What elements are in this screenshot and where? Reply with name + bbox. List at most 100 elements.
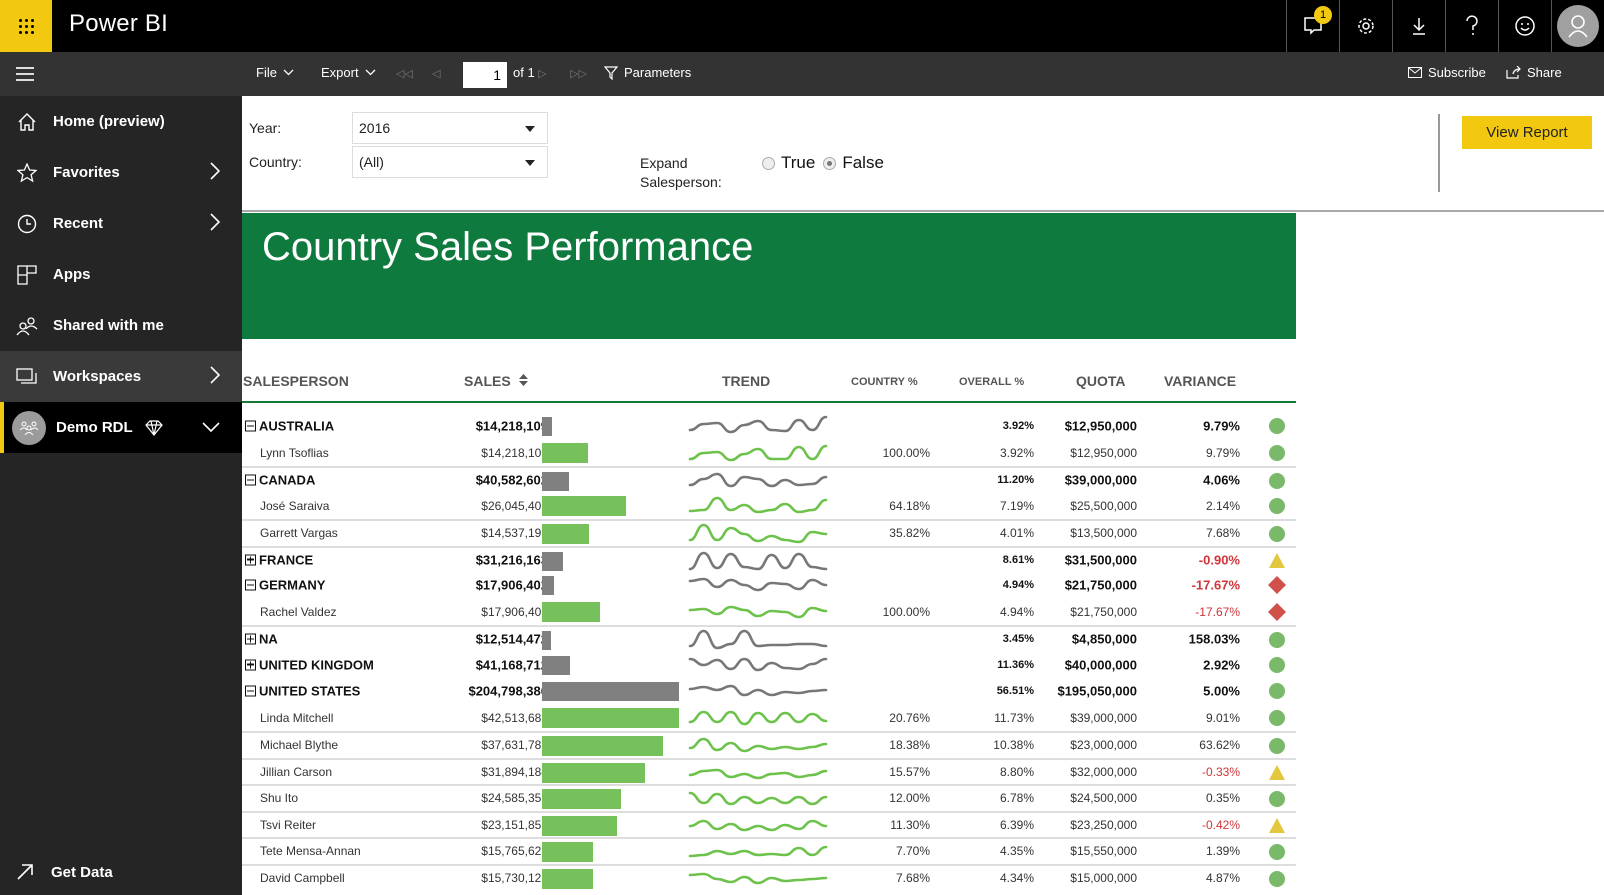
page-number-input[interactable] (463, 62, 507, 88)
year-select[interactable]: 2016 (352, 112, 548, 144)
country-pct-cell: 15.57% (889, 764, 930, 779)
quota-cell: $23,250,000 (1070, 817, 1137, 832)
sparkline-path (688, 523, 828, 544)
collapse-icon[interactable] (245, 685, 256, 697)
next-page-button[interactable]: ▷ (538, 67, 546, 80)
kpi-yellow-triangle-icon (1269, 764, 1285, 780)
help-button[interactable] (1445, 0, 1498, 52)
parameters-button[interactable]: Parameters (604, 65, 691, 80)
trend-sparkline (688, 523, 828, 544)
sales-cell: $31,216,163 (475, 552, 548, 568)
apps-icon (16, 264, 38, 286)
variance-cell: -0.33% (1201, 764, 1240, 779)
top-bar: Power BI 1 (0, 0, 1604, 52)
expand-icon[interactable] (245, 633, 256, 645)
subscribe-button[interactable]: Subscribe (1408, 65, 1486, 80)
overall-pct-cell: 4.01% (999, 526, 1034, 541)
last-page-button[interactable]: ▷▷ (570, 67, 587, 80)
trend-sparkline (688, 791, 828, 806)
quota-cell: $25,500,000 (1070, 498, 1137, 513)
sales-databar (542, 495, 626, 516)
diamond-icon (144, 419, 163, 436)
kpi-green-circle-icon (1269, 656, 1285, 673)
radio-false[interactable] (823, 156, 837, 170)
overall-pct-cell: 4.94% (1002, 579, 1034, 592)
sidebar-item-label: Workspaces (53, 368, 142, 385)
sales-cell: $15,730,129 (481, 870, 548, 885)
first-page-button[interactable]: ◁◁ (396, 67, 413, 80)
parameters-label: Parameters (624, 65, 692, 80)
account-button[interactable] (1551, 0, 1604, 52)
sidebar-workspace-demo-rdl[interactable]: Demo RDL (0, 402, 242, 453)
collapse-icon[interactable] (245, 579, 256, 591)
view-report-button[interactable]: View Report (1462, 116, 1592, 149)
quota-cell: $40,000,000 (1064, 657, 1137, 673)
previous-page-button[interactable]: ◁ (432, 67, 440, 80)
variance-cell: -17.67% (1191, 577, 1240, 593)
export-menu[interactable]: Export (321, 65, 376, 80)
sidebar-item-home[interactable]: Home (preview) (0, 96, 242, 147)
salesperson-cell: GERMANY (245, 578, 325, 593)
file-menu[interactable]: File (256, 65, 294, 80)
country-row: NA $12,514,472 3.45% $4,850,000 158.03% (242, 625, 1296, 652)
sort-icon[interactable] (518, 374, 528, 386)
share-button[interactable]: Share (1506, 65, 1562, 80)
expand-salesperson-label: Expand Salesperson: (640, 154, 722, 192)
name-text: GERMANY (259, 577, 326, 593)
expand-icon[interactable] (245, 554, 256, 566)
sales-cell: $14,218,109 (475, 418, 548, 434)
salesperson-cell: UNITED STATES (245, 684, 360, 699)
kpi-green-circle-icon (1269, 791, 1285, 807)
settings-button[interactable] (1339, 0, 1392, 52)
sales-databar (542, 815, 617, 836)
header-salesperson[interactable]: SALESPERSON (243, 373, 349, 389)
notifications-button[interactable]: 1 (1286, 0, 1339, 52)
country-select[interactable]: (All) (352, 146, 548, 178)
sales-databar (542, 551, 563, 571)
chevron-right-icon (210, 213, 220, 231)
sidebar-item-recent[interactable]: Recent (0, 198, 242, 249)
download-button[interactable] (1392, 0, 1445, 52)
trend-sparkline (688, 684, 828, 697)
name-text: UNITED STATES (259, 683, 361, 699)
trend-sparkline (688, 577, 828, 592)
notification-badge: 1 (1314, 6, 1332, 24)
get-data-button[interactable]: Get Data (16, 863, 113, 881)
variance-cell: -0.90% (1198, 552, 1240, 568)
trend-sparkline (688, 605, 828, 618)
collapse-icon[interactable] (245, 420, 256, 432)
trend-sparkline (688, 845, 828, 858)
header-sales[interactable]: SALES (464, 373, 528, 389)
sidebar-item-workspaces[interactable]: Workspaces (0, 351, 242, 402)
table-body: AUSTRALIA $14,218,109 3.92% $12,950,000 9.79… (242, 403, 1296, 890)
quota-cell: $13,500,000 (1070, 526, 1137, 541)
clock-icon (16, 213, 38, 235)
sales-cell: $23,151,856 (481, 817, 548, 832)
export-menu-label: Export (321, 65, 359, 80)
kpi-green-circle-icon (1269, 709, 1285, 726)
feedback-button[interactable] (1498, 0, 1551, 52)
sidebar-item-apps[interactable]: Apps (0, 249, 242, 300)
waffle-icon (18, 18, 34, 34)
kpi-green-circle-icon (1269, 632, 1285, 648)
collapse-icon[interactable] (245, 474, 256, 486)
country-pct-cell: 7.70% (895, 844, 930, 859)
expand-icon[interactable] (245, 659, 256, 671)
report-title: Country Sales Performance (262, 225, 754, 269)
workspaces-icon (16, 366, 38, 388)
filter-icon (604, 65, 618, 80)
arrow-up-right-icon (17, 864, 33, 880)
sales-databar (542, 472, 570, 491)
salesperson-cell: FRANCE (245, 552, 313, 567)
sidebar-item-favorites[interactable]: Favorites (0, 147, 242, 198)
sidebar-item-shared-with-me[interactable]: Shared with me (0, 300, 242, 351)
country-row: GERMANY $17,906,402 4.94% $21,750,000 -17.67… (242, 572, 1296, 599)
hamburger-menu-button[interactable] (16, 67, 34, 85)
workspace-avatar-icon (12, 410, 46, 445)
radio-true[interactable] (762, 156, 775, 170)
share-icon (1506, 66, 1521, 79)
app-launcher-button[interactable] (0, 0, 52, 52)
chevron-down-icon (365, 69, 376, 76)
salesperson-cell: Linda Mitchell (260, 711, 333, 725)
overall-pct-cell: 3.45% (1002, 633, 1034, 646)
